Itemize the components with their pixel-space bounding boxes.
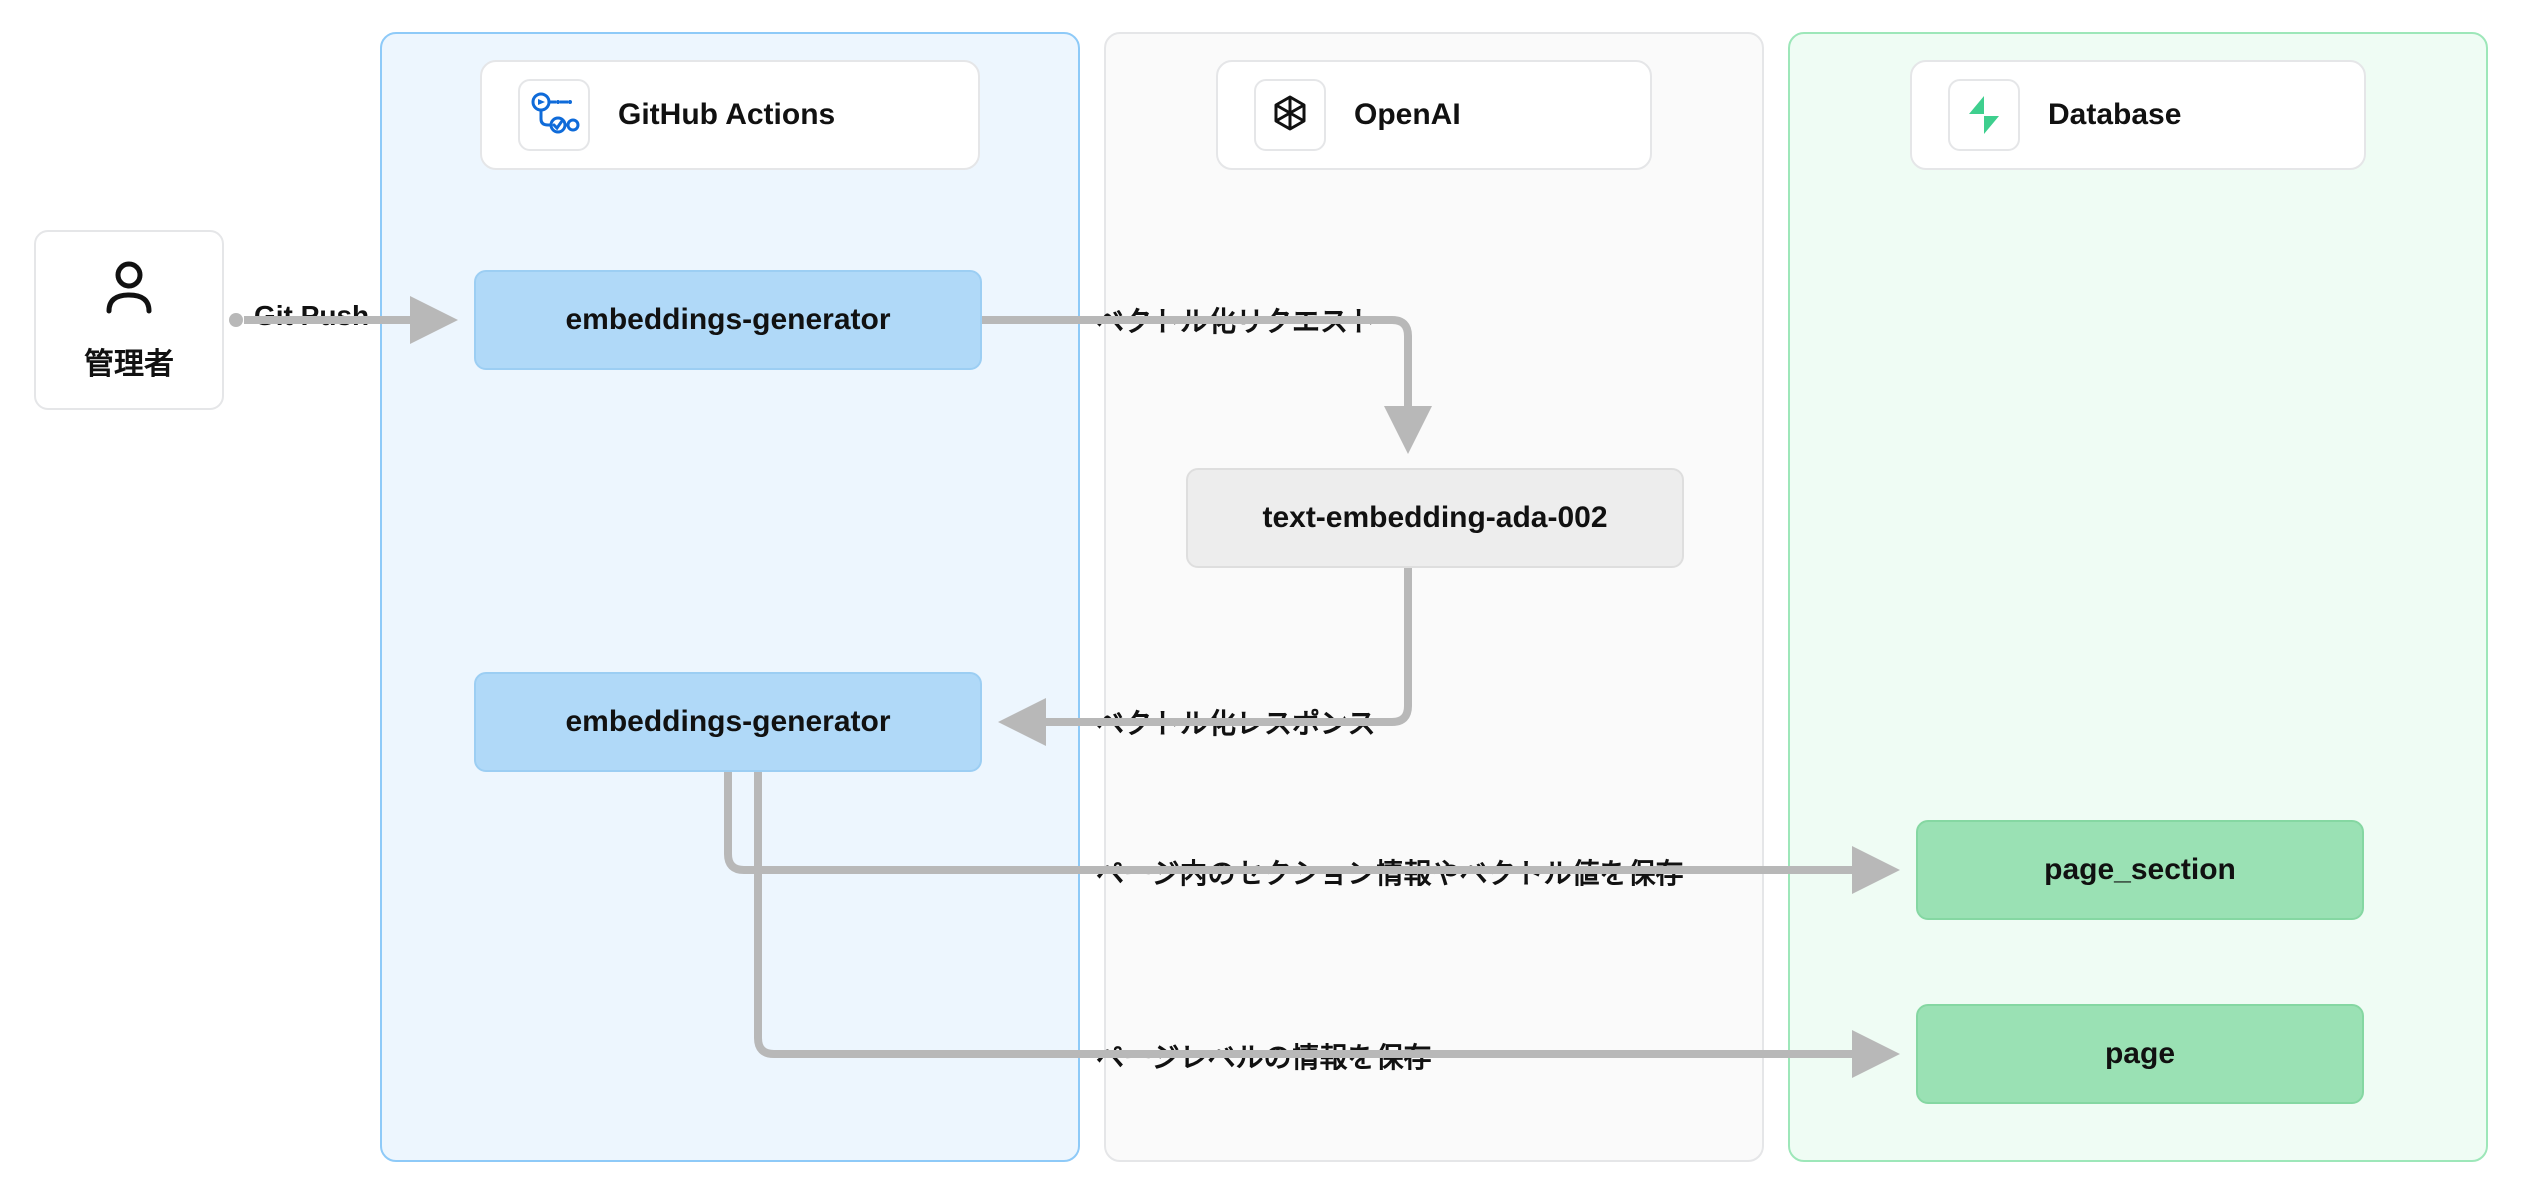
node-page-section: page_section — [1916, 820, 2364, 920]
node-page: page — [1916, 1004, 2364, 1104]
node-embeddings-generator-1: embeddings-generator — [474, 270, 982, 370]
openai-icon — [1254, 79, 1326, 151]
node-label: embeddings-generator — [565, 705, 890, 739]
edge-label-save-sections: ページ内のセクション情報やベクトル値を保存 — [1096, 852, 1683, 892]
lane-database — [1788, 32, 2488, 1162]
edge-label-git-push: Git Push — [254, 300, 369, 332]
lane-header-github-actions: GitHub Actions — [480, 60, 980, 170]
lane-title: Database — [2048, 98, 2181, 132]
node-label: embeddings-generator — [565, 303, 890, 337]
node-text-embedding-model: text-embedding-ada-002 — [1186, 468, 1684, 568]
lane-github-actions — [380, 32, 1080, 1162]
edge-label-vec-request: ベクトル化リクエスト — [1096, 300, 1376, 340]
github-actions-icon — [518, 79, 590, 151]
node-label: text-embedding-ada-002 — [1262, 501, 1607, 535]
user-icon — [99, 257, 159, 325]
lane-title: GitHub Actions — [618, 98, 835, 132]
diagram-canvas: GitHub Actions OpenAI Database — [0, 0, 2528, 1188]
edge-label-save-page: ページレベルの情報を保存 — [1096, 1036, 1431, 1076]
node-label: page — [2105, 1037, 2175, 1071]
node-embeddings-generator-2: embeddings-generator — [474, 672, 982, 772]
supabase-icon — [1948, 79, 2020, 151]
edge-label-vec-response: ベクトル化レスポンス — [1096, 702, 1375, 742]
node-label: page_section — [2044, 853, 2236, 887]
lane-header-openai: OpenAI — [1216, 60, 1652, 170]
lane-header-database: Database — [1910, 60, 2366, 170]
actor-admin: 管理者 — [34, 230, 224, 410]
edge-start-dot — [229, 313, 243, 327]
actor-label: 管理者 — [84, 339, 174, 383]
lane-title: OpenAI — [1354, 98, 1461, 132]
lane-openai — [1104, 32, 1764, 1162]
